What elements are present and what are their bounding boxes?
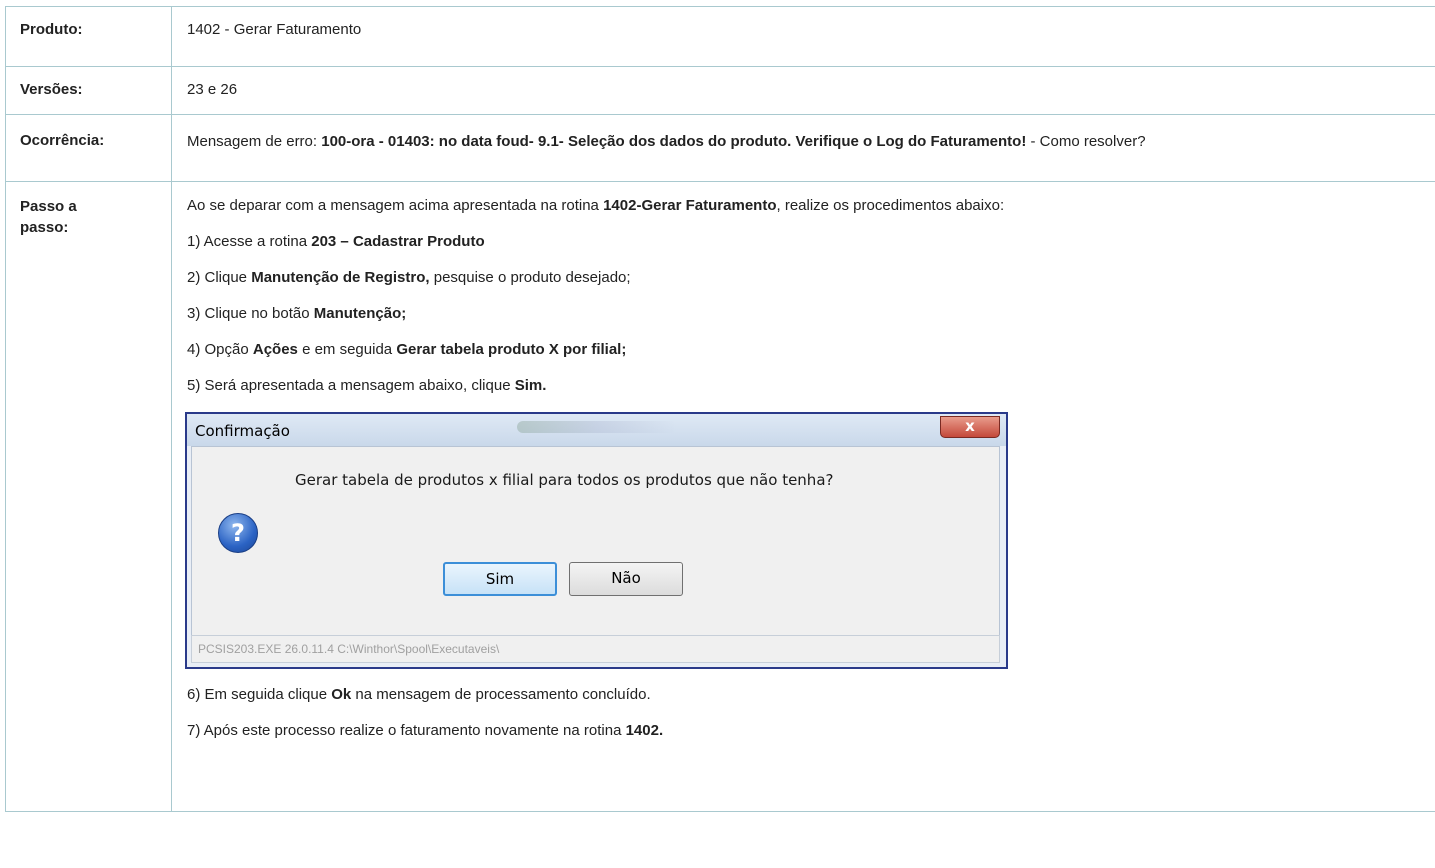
step-text: na mensagem de processamento concluído.	[351, 686, 651, 703]
step-bold: 1402-Gerar Faturamento	[603, 197, 777, 214]
ocorrencia-prefix: Mensagem de erro:	[187, 133, 322, 150]
question-icon: ?	[218, 513, 258, 553]
step-bold: Ok	[331, 686, 352, 703]
versoes-label: Versões:	[5, 66, 172, 115]
step-text: 7) Após este processo realize o faturame…	[187, 722, 626, 739]
no-button[interactable]: Não	[569, 562, 683, 596]
step-text: e em seguida	[297, 341, 397, 358]
step-bold: Manutenção de Registro,	[251, 269, 430, 286]
dialog-body: ? Gerar tabela de produtos x filial para…	[191, 446, 1000, 636]
step-text: pesquise o produto desejado;	[429, 269, 631, 286]
row-ocorrencia: Ocorrência: Mensagem de erro: 100-ora - …	[5, 114, 1435, 182]
step-bold: 203 – Cadastrar Produto	[311, 233, 485, 250]
step-bold: Ações	[252, 341, 298, 358]
step-text: 1) Acesse a rotina	[187, 233, 312, 250]
yes-button[interactable]: Sim	[443, 562, 557, 596]
passo-label: Passo a passo:	[5, 181, 172, 812]
step-text: 2) Clique	[187, 269, 252, 286]
blurred-taskbar-area	[517, 421, 677, 433]
step-6: 6) Em seguida clique Ok na mensagem de p…	[187, 685, 1435, 705]
ocorrencia-suffix: - Como resolver?	[1026, 133, 1146, 150]
step-7: 7) Após este processo realize o faturame…	[187, 721, 1435, 741]
ocorrencia-value: Mensagem de erro: 100-ora - 01403: no da…	[171, 114, 1435, 182]
ocorrencia-error: 100-ora - 01403: no data foud- 9.1- Sele…	[321, 133, 1027, 150]
step-3: 3) Clique no botão Manutenção;	[187, 304, 1435, 324]
step-bold: 1402.	[625, 722, 664, 739]
row-passo: Passo a passo: Ao se deparar com a mensa…	[5, 181, 1435, 812]
passo-label-line1: Passo a	[20, 198, 77, 215]
passo-content: Ao se deparar com a mensagem acima apres…	[171, 181, 1435, 812]
confirmation-dialog-screenshot: Confirmação x ? Gerar tabela de produtos…	[185, 412, 1008, 669]
produto-label: Produto:	[5, 6, 172, 67]
step-intro: Ao se deparar com a mensagem acima apres…	[187, 196, 1435, 216]
step-text: 3) Clique no botão	[187, 305, 314, 322]
dialog-title: Confirmação	[195, 422, 290, 440]
step-bold: Manutenção;	[313, 305, 407, 322]
step-bold: Gerar tabela produto X por filial;	[396, 341, 627, 358]
step-bold: Sim.	[514, 377, 547, 394]
passo-label-line2: passo:	[20, 219, 69, 236]
step-1: 1) Acesse a rotina 203 – Cadastrar Produ…	[187, 232, 1435, 252]
step-2: 2) Clique Manutenção de Registro, pesqui…	[187, 268, 1435, 288]
step-4: 4) Opção Ações e em seguida Gerar tabela…	[187, 340, 1435, 360]
step-text: Ao se deparar com a mensagem acima apres…	[187, 197, 604, 214]
step-text: 6) Em seguida clique	[187, 686, 332, 703]
versoes-value: 23 e 26	[171, 66, 1435, 115]
step-text: , realize os procedimentos abaixo:	[776, 197, 1005, 214]
row-versoes: Versões: 23 e 26	[5, 66, 1435, 115]
produto-value: 1402 - Gerar Faturamento	[171, 6, 1435, 67]
kb-table: Produto: 1402 - Gerar Faturamento Versõe…	[5, 6, 1435, 812]
step-text: 4) Opção	[187, 341, 253, 358]
step-text: 5) Será apresentada a mensagem abaixo, c…	[187, 377, 515, 394]
row-produto: Produto: 1402 - Gerar Faturamento	[5, 6, 1435, 67]
dialog-status-bar: PCSIS203.EXE 26.0.11.4 C:\Winthor\Spool\…	[191, 635, 1000, 663]
step-5: 5) Será apresentada a mensagem abaixo, c…	[187, 376, 1435, 396]
close-icon[interactable]: x	[940, 416, 1000, 438]
ocorrencia-label: Ocorrência:	[5, 114, 172, 182]
dialog-message: Gerar tabela de produtos x filial para t…	[295, 471, 834, 489]
dialog-titlebar: Confirmação x	[187, 414, 1006, 446]
